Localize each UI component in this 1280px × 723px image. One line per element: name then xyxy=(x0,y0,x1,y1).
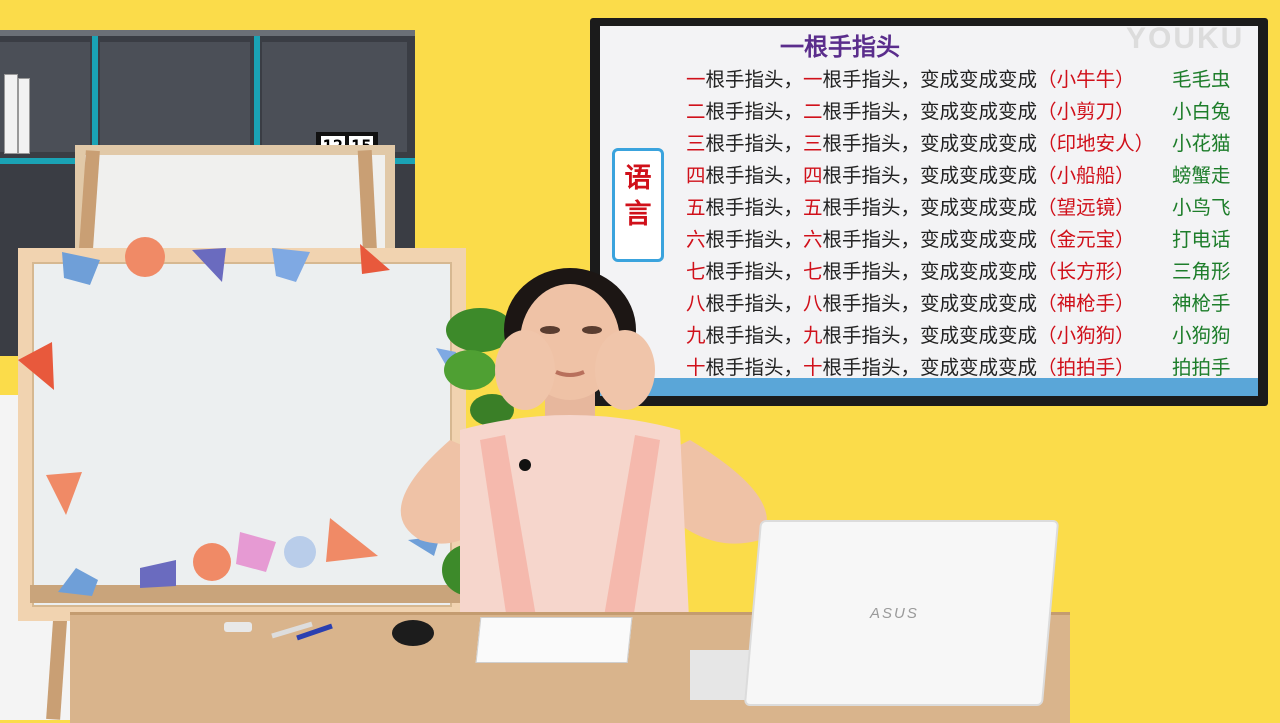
left-hand xyxy=(495,330,555,410)
verse-line: 四根手指头，四根手指头，变成变成变成（小船船） 螃蟹走 xyxy=(686,160,1256,192)
verse-line: 五根手指头，五根手指头，变成变成变成（望远镜） 小鸟飞 xyxy=(686,192,1256,224)
verse-text: 根手指头， xyxy=(705,68,804,91)
verse-number: 一 xyxy=(803,68,823,91)
verse-result: 三角形 xyxy=(1172,260,1231,283)
verse-result: 拍拍手 xyxy=(1172,356,1231,379)
verse-text: 根手指头，变成变成变成 xyxy=(822,68,1038,91)
verse-text: 根手指头， xyxy=(705,100,804,123)
verse-text: 根手指头，变成变成变成 xyxy=(822,324,1038,347)
shape-blue-quad xyxy=(272,248,310,282)
scroll-char: 言 xyxy=(624,199,652,230)
verse-number: 三 xyxy=(686,132,706,155)
verse-number: 三 xyxy=(803,132,823,155)
teacher xyxy=(400,268,767,640)
verse-text: 根手指头， xyxy=(705,132,804,155)
shape-blue-quad xyxy=(58,568,98,596)
verse-result: 小狗狗 xyxy=(1172,324,1231,347)
verse-gesture: （小狗狗） xyxy=(1037,324,1135,347)
verse-gesture: （小剪刀） xyxy=(1037,100,1135,123)
verse-result: 小鸟飞 xyxy=(1172,196,1231,219)
verse-text: 根手指头，变成变成变成 xyxy=(822,356,1038,379)
computer-mouse xyxy=(392,620,434,646)
shape-orange-triangle xyxy=(46,472,82,515)
scroll-char: 语 xyxy=(624,163,652,194)
verse-number: 四 xyxy=(686,164,706,187)
book xyxy=(18,78,30,154)
verse-gesture: （金元宝） xyxy=(1037,228,1135,251)
right-hand xyxy=(595,330,655,410)
verse-number: 五 xyxy=(803,196,823,219)
shape-light-blue-circle xyxy=(284,536,316,568)
paper-sheet xyxy=(475,617,633,663)
verse-gesture: （神枪手） xyxy=(1037,292,1135,315)
verse-number: 一 xyxy=(686,68,706,91)
verse-result: 毛毛虫 xyxy=(1172,68,1231,91)
youku-watermark: YOUKU xyxy=(1126,22,1245,55)
verse-gesture: （印地安人） xyxy=(1037,132,1155,155)
shape-purple-quad xyxy=(140,560,176,588)
verse-line: 六根手指头，六根手指头，变成变成变成（金元宝） 打电话 xyxy=(686,224,1256,256)
lapel-mic xyxy=(519,459,531,471)
subject-scroll: 语 言 xyxy=(612,148,664,262)
verse-result: 螃蟹走 xyxy=(1172,164,1231,187)
verse-text: 根手指头，变成变成变成 xyxy=(822,100,1038,123)
verse-result: 小花猫 xyxy=(1172,132,1231,155)
verse-result: 打电话 xyxy=(1172,228,1231,251)
shape-red-triangle xyxy=(18,342,54,390)
verse-text: 根手指头，变成变成变成 xyxy=(822,228,1038,251)
verse-text: 根手指头， xyxy=(705,196,804,219)
verse-number: 二 xyxy=(686,100,706,123)
verse-number: 六 xyxy=(803,228,823,251)
verse-line: 三根手指头，三根手指头，变成变成变成（印地安人） 小花猫 xyxy=(686,128,1256,160)
shape-orange-circle xyxy=(125,237,165,277)
verse-text: 根手指头，变成变成变成 xyxy=(822,260,1038,283)
verse-result: 小白兔 xyxy=(1172,100,1231,123)
slide-title: 一根手指头 xyxy=(780,33,900,61)
verse-line: 一根手指头，一根手指头，变成变成变成（小牛牛） 毛毛虫 xyxy=(686,64,1256,96)
verse-number: 四 xyxy=(803,164,823,187)
book xyxy=(4,74,18,154)
verse-line: 二根手指头，二根手指头，变成变成变成（小剪刀） 小白兔 xyxy=(686,96,1256,128)
verse-result: 神枪手 xyxy=(1172,292,1231,315)
eraser xyxy=(224,622,252,632)
verse-gesture: （小牛牛） xyxy=(1037,68,1135,91)
shape-blue-quad xyxy=(62,252,100,285)
verse-text: 根手指头， xyxy=(705,228,804,251)
verse-gesture: （小船船） xyxy=(1037,164,1135,187)
verse-text: 根手指头，变成变成变成 xyxy=(822,196,1038,219)
verse-number: 二 xyxy=(803,100,823,123)
verse-text: 根手指头，变成变成变成 xyxy=(822,132,1038,155)
verse-text: 根手指头，变成变成变成 xyxy=(822,292,1038,315)
verse-number: 五 xyxy=(686,196,706,219)
shape-pink-quad xyxy=(236,532,276,572)
verse-gesture: （拍拍手） xyxy=(1037,356,1135,379)
verse-gesture: （长方形） xyxy=(1037,260,1135,283)
shape-purple-drop xyxy=(192,248,226,282)
verse-number: 六 xyxy=(686,228,706,251)
verse-gesture: （望远镜） xyxy=(1037,196,1135,219)
shape-orange-circle xyxy=(193,543,231,581)
laptop-brand-logo: ASUS xyxy=(870,605,919,622)
pens-on-desk xyxy=(224,621,333,641)
verse-text: 根手指头，变成变成变成 xyxy=(822,164,1038,187)
verse-text: 根手指头， xyxy=(705,164,804,187)
